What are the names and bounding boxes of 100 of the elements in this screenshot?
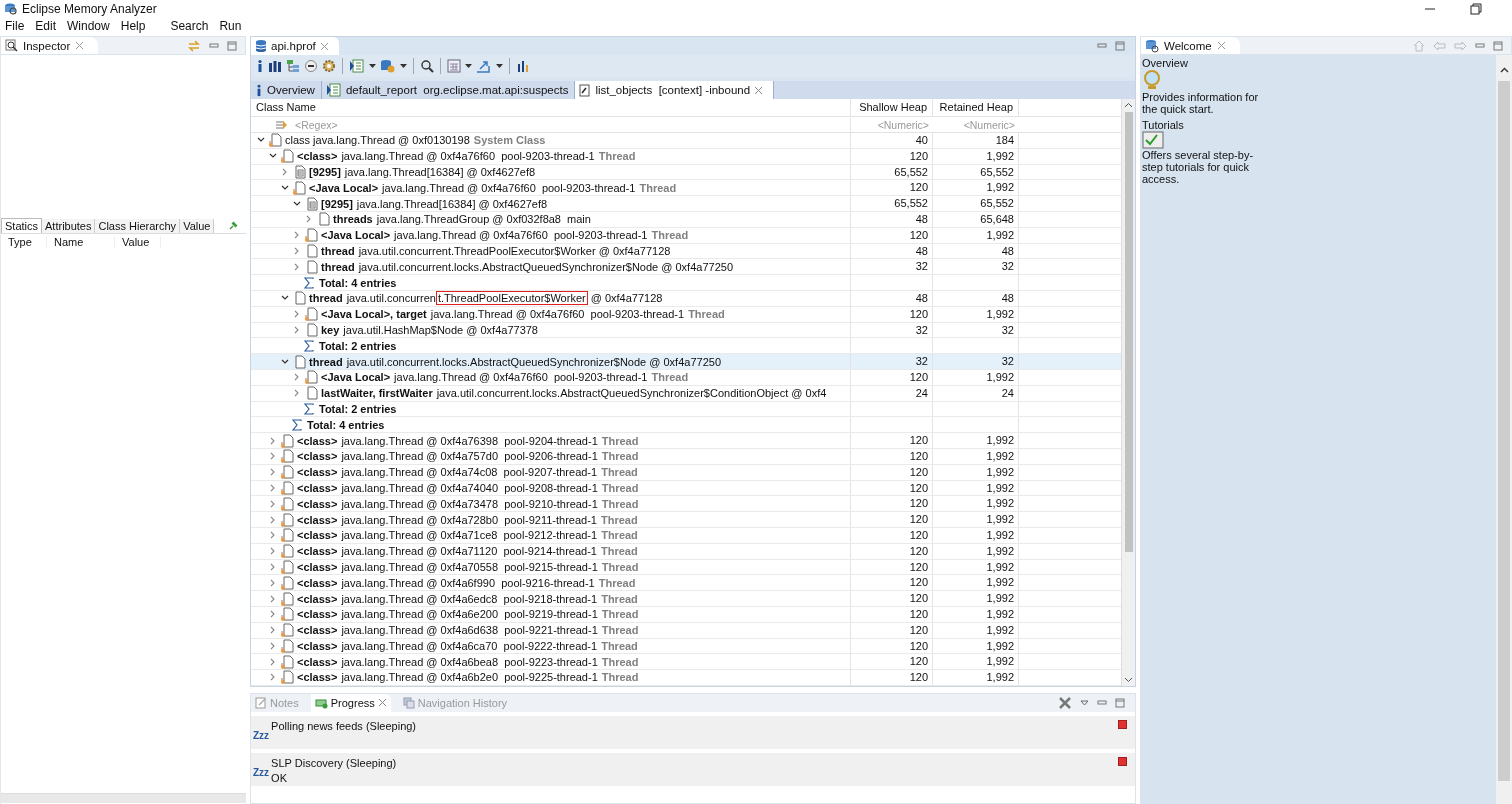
column-header[interactable]: Class Name: [251, 99, 851, 116]
close-icon[interactable]: [319, 41, 329, 51]
scrollbar-thumb[interactable]: [1498, 81, 1510, 781]
search-icon[interactable]: [420, 59, 434, 73]
database-gear-icon[interactable]: [380, 59, 396, 73]
scroll-up-icon[interactable]: [1124, 102, 1133, 108]
table-row[interactable]: <Java Local> java.lang.Thread @ 0xf4a76f60 pool-9203-thread-1 Thread 120 1,992: [251, 369, 1121, 386]
table-row[interactable]: <Java Local>, target java.lang.Thread @ 0xf4a76f60 pool-9203-thread-1 Thread 120 1,992: [251, 306, 1121, 323]
table-row[interactable]: [9295] java.lang.Thread[16384] @ 0xf4627ef8 65,552 65,552: [251, 196, 1121, 212]
checkmark-icon[interactable]: [1142, 131, 1164, 149]
table-row[interactable]: <class> java.lang.Thread @ 0xf4a6f990 pool-9216-thread-1 Thread 120 1,992: [251, 575, 1121, 592]
table-row[interactable]: Total: 2 entries: [251, 401, 1121, 418]
table-row[interactable]: <class> java.lang.Thread @ 0xf4a74040 pool-9208-thread-1 Thread 120 1,992: [251, 480, 1121, 497]
view-tab[interactable]: Progress: [310, 693, 391, 712]
oql-icon[interactable]: [304, 59, 318, 73]
table-row[interactable]: threads java.lang.ThreadGroup @ 0xf032f8a8 main 48 65,648: [251, 212, 1121, 228]
remove-all-icon[interactable]: [1058, 695, 1072, 710]
dropdown-caret-icon[interactable]: [465, 63, 472, 69]
inspector-tab[interactable]: Statics: [1, 218, 42, 233]
table-row[interactable]: <class> java.lang.Thread @ 0xf4a6b2e0 pool-9225-thread-1 Thread 120 1,992: [251, 670, 1121, 686]
table-row[interactable]: thread java.util.concurrent.locks.AbstractQueuedSynchronizer$Node @ 0xf4a77250 32 32: [251, 259, 1121, 276]
maximize-icon[interactable]: [227, 40, 237, 51]
scroll-down-icon[interactable]: [1124, 676, 1133, 683]
table-row[interactable]: lastWaiter, firstWaiter java.util.concurrent.locks.AbstractQueuedSynchronizer$ConditionObject @ 0xf4 24 24: [251, 385, 1121, 402]
stop-icon[interactable]: [1118, 756, 1127, 766]
table-row[interactable]: <Java Local> java.lang.Thread @ 0xf4a76f60 pool-9203-thread-1 Thread 120 1,992: [251, 180, 1121, 197]
column-header[interactable]: Type: [1, 236, 47, 248]
report-icon[interactable]: [349, 59, 365, 73]
numeric-filter-field[interactable]: <Numeric>: [933, 117, 1019, 132]
table-row[interactable]: <class> java.lang.Thread @ 0xf4a6edc8 pool-9218-thread-1 Thread 120 1,992: [251, 591, 1121, 607]
gears-icon[interactable]: [322, 59, 336, 73]
menu-item[interactable]: Help: [120, 18, 146, 33]
menu-item[interactable]: Run: [219, 18, 242, 33]
close-icon[interactable]: [377, 698, 387, 708]
scrollbar[interactable]: [1, 793, 246, 803]
menu-item[interactable]: Search: [170, 18, 209, 33]
column-header[interactable]: Shallow Heap: [851, 99, 933, 116]
minimize-icon[interactable]: [1475, 40, 1485, 51]
table-row[interactable]: <class> java.lang.Thread @ 0xf4a74c08 pool-9207-thread-1 Thread 120 1,992: [251, 464, 1121, 481]
editor-tab[interactable]: api.hprof: [251, 37, 339, 55]
column-header[interactable]: Value: [115, 236, 161, 248]
inspector-tab[interactable]: Class Hierarchy: [95, 218, 181, 233]
menu-item[interactable]: Edit: [35, 18, 57, 33]
bar-chart-icon[interactable]: [268, 59, 282, 73]
table-row[interactable]: <class> java.lang.Thread @ 0xf4a757d0 pool-9206-thread-1 Thread 120 1,992: [251, 448, 1121, 465]
table-row[interactable]: <class> java.lang.Thread @ 0xf4a6e200 pool-9219-thread-1 Thread 120 1,992: [251, 606, 1121, 623]
dropdown-caret-icon[interactable]: [369, 63, 376, 69]
table-row[interactable]: <class> java.lang.Thread @ 0xf4a76398 pool-9204-thread-1 Thread 120 1,992: [251, 433, 1121, 449]
section-heading[interactable]: Overview: [1142, 57, 1188, 69]
view-menu-icon[interactable]: [1080, 699, 1089, 706]
dropdown-caret-icon[interactable]: [400, 63, 407, 69]
chart-pin-icon[interactable]: [516, 59, 530, 73]
inspector-tab[interactable]: Inspector: [1, 37, 99, 54]
dropdown-caret-icon[interactable]: [496, 63, 503, 69]
column-header[interactable]: Retained Heap: [933, 99, 1019, 116]
sync-arrows-icon[interactable]: [187, 39, 201, 52]
table-row[interactable]: <class> java.lang.Thread @ 0xf4a728b0 pool-9211-thread-1 Thread 120 1,992: [251, 512, 1121, 528]
table-row[interactable]: Total: 4 entries: [251, 275, 1121, 291]
inspector-tab[interactable]: Value: [180, 218, 215, 233]
scrollbar-thumb[interactable]: [1124, 112, 1133, 552]
maximize-icon[interactable]: [1493, 40, 1503, 51]
result-tab[interactable]: list_objects [context] -inbound: [575, 81, 775, 99]
table-row[interactable]: class java.lang.Thread @ 0xf0130198 System Class 40 184: [251, 133, 1121, 149]
table-row[interactable]: Total: 4 entries: [251, 417, 1121, 434]
table-row[interactable]: <class> java.lang.Thread @ 0xf4a73478 pool-9210-thread-1 Thread 120 1,992: [251, 496, 1121, 513]
globe-icon[interactable]: [1142, 69, 1162, 91]
minimize-icon[interactable]: [1097, 697, 1107, 708]
close-icon[interactable]: [1216, 41, 1226, 50]
column-header[interactable]: Name: [47, 236, 115, 248]
welcome-tab[interactable]: Welcome: [1141, 37, 1240, 54]
table-row[interactable]: thread java.util.concurrent.locks.AbstractQueuedSynchronizer$Node @ 0xf4a77250 32 32: [251, 354, 1121, 370]
scroll-up-icon[interactable]: [1499, 67, 1509, 73]
table-row[interactable]: thread java.util.concurren t.ThreadPoolExecutor$Worker @ 0xf4a77128 48 48: [251, 290, 1121, 307]
menu-item[interactable]: Window: [67, 18, 110, 33]
numeric-filter-field[interactable]: <Numeric>: [851, 117, 933, 132]
minimize-icon[interactable]: [209, 40, 219, 51]
table-row[interactable]: <class> java.lang.Thread @ 0xf4a76f60 pool-9203-thread-1 Thread 120 1,992: [251, 148, 1121, 165]
table-row[interactable]: <class> java.lang.Thread @ 0xf4a71120 pool-9214-thread-1 Thread 120 1,992: [251, 543, 1121, 560]
table-row[interactable]: <class> java.lang.Thread @ 0xf4a70558 pool-9215-thread-1 Thread 120 1,992: [251, 559, 1121, 576]
maximize-icon[interactable]: [1115, 697, 1125, 708]
minimize-icon[interactable]: [1097, 41, 1107, 51]
regex-filter-field[interactable]: <Regex>: [291, 117, 850, 132]
close-icon[interactable]: [754, 85, 764, 95]
section-heading[interactable]: Tutorials: [1142, 119, 1184, 131]
table-row[interactable]: thread java.util.concurrent.ThreadPoolExecutor$Worker @ 0xf4a77128 48 48: [251, 243, 1121, 260]
table-row[interactable]: <class> java.lang.Thread @ 0xf4a6ca70 pool-9222-thread-1 Thread 120 1,992: [251, 638, 1121, 655]
close-icon[interactable]: [75, 41, 85, 50]
scrollbar[interactable]: [1121, 99, 1135, 686]
info-icon[interactable]: [256, 59, 264, 73]
inspector-tab[interactable]: Attributes: [42, 218, 96, 233]
table-row[interactable]: <Java Local> java.lang.Thread @ 0xf4a76f60 pool-9203-thread-1 Thread 120 1,992: [251, 227, 1121, 244]
table-row[interactable]: key java.util.HashMap$Node @ 0xf4a77378 32 32: [251, 322, 1121, 339]
table-row[interactable]: <class> java.lang.Thread @ 0xf4a6bea8 pool-9223-thread-1 Thread 120 1,992: [251, 654, 1121, 671]
export-icon[interactable]: [476, 59, 492, 73]
table-row[interactable]: [9295] java.lang.Thread[16384] @ 0xf4627ef8 65,552 65,552: [251, 164, 1121, 181]
table-row[interactable]: <class> java.lang.Thread @ 0xf4a71ce8 pool-9212-thread-1 Thread 120 1,992: [251, 527, 1121, 544]
table-row[interactable]: <class> java.lang.Thread @ 0xf4a6d638 pool-9221-thread-1 Thread 120 1,992: [251, 622, 1121, 639]
restore-icon[interactable]: [1470, 2, 1482, 15]
scrollbar[interactable]: [1496, 55, 1512, 804]
pin-icon[interactable]: [228, 220, 238, 231]
